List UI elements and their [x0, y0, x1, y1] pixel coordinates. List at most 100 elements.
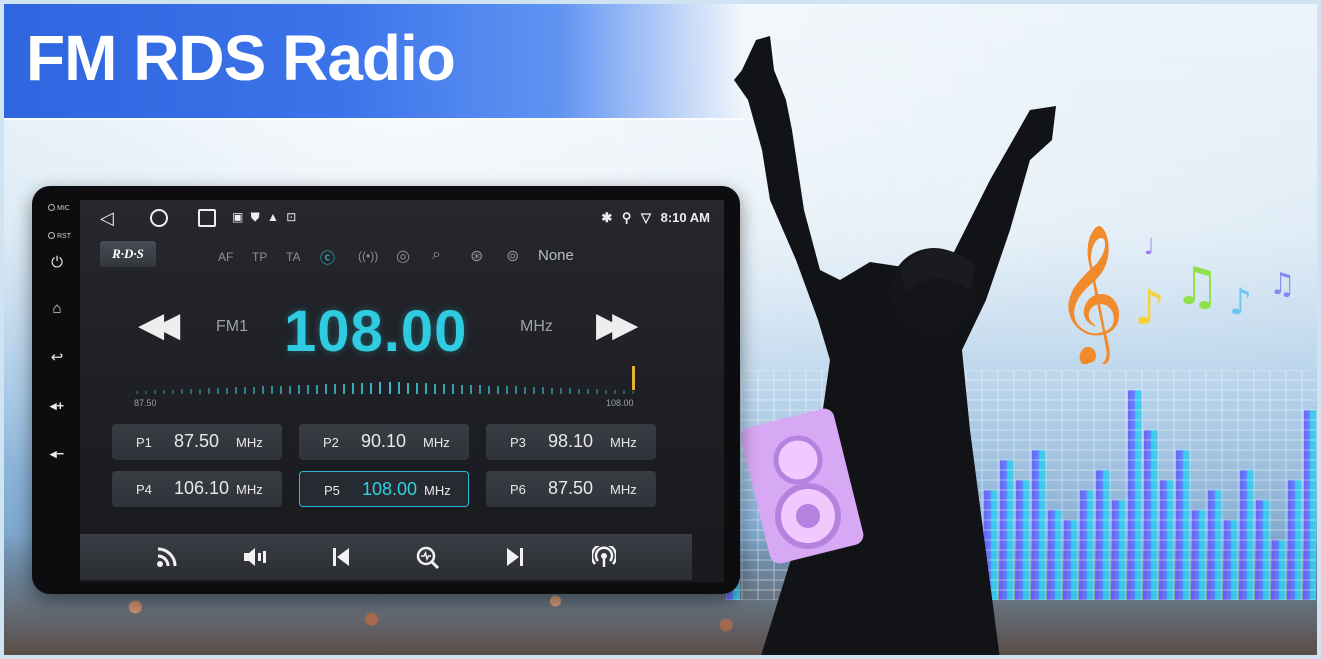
- band-label[interactable]: FM1: [216, 318, 248, 336]
- ta-toggle[interactable]: TA: [286, 250, 300, 264]
- scale-tick: [307, 385, 309, 394]
- page-title: FM RDS Radio: [26, 22, 456, 94]
- preset-number: P2: [323, 435, 339, 450]
- preset-frequency: 90.10: [361, 431, 407, 451]
- status-right: ✱ ⚲ ▽ 8:10 AM: [595, 210, 710, 226]
- volume-down-icon[interactable]: ◂−: [44, 446, 70, 462]
- preset-p4[interactable]: P4 106.10 MHz: [112, 471, 282, 507]
- scale-tick: [289, 386, 291, 394]
- scale-tick: [136, 391, 138, 394]
- nav-recents-icon[interactable]: [198, 209, 216, 227]
- preset-number: P4: [136, 482, 152, 497]
- ct-icon[interactable]: ⓒ: [320, 247, 335, 268]
- tuning-needle[interactable]: [632, 366, 635, 390]
- svg-text:𝄞: 𝄞: [1054, 224, 1125, 364]
- preset-p2[interactable]: P2 90.10 MHz: [299, 424, 469, 460]
- scale-tick: [343, 384, 345, 394]
- scale-tick: [623, 390, 625, 394]
- preset-frequency: 87.50: [174, 431, 220, 451]
- banner-divider: [4, 118, 744, 120]
- scale-tick: [551, 388, 553, 394]
- scale-tick: [587, 389, 589, 394]
- speaker-mode-icon[interactable]: [242, 546, 268, 573]
- scale-tick: [461, 385, 463, 394]
- seek-back-icon[interactable]: ◀◀: [138, 308, 180, 342]
- preset-frequency: 98.10: [548, 431, 594, 451]
- scale-tick: [515, 386, 517, 394]
- speaker-graphic: [740, 408, 864, 564]
- scale-tick: [163, 390, 165, 394]
- power-icon[interactable]: ⏻: [44, 254, 70, 271]
- scale-tick: [506, 386, 508, 394]
- preset-unit: MHz: [610, 482, 637, 497]
- scale-tick: [226, 388, 228, 394]
- bluetooth-icon: ✱: [601, 210, 613, 225]
- scale-tick: [334, 384, 336, 394]
- scale-tick: [389, 382, 391, 394]
- scale-tick: [262, 386, 264, 394]
- scale-tick: [560, 388, 562, 394]
- rss-icon[interactable]: [156, 546, 178, 573]
- back-icon[interactable]: ↩: [44, 348, 70, 366]
- scale-tick: [524, 387, 526, 394]
- scale-tick: [443, 384, 445, 394]
- scan-icon[interactable]: [416, 546, 440, 575]
- svg-text:♪: ♪: [1229, 282, 1252, 323]
- scale-tick: [145, 391, 147, 394]
- scale-tick: [316, 385, 318, 394]
- preset-p3[interactable]: P3 98.10 MHz: [486, 424, 656, 460]
- frequency-unit: MHz: [520, 318, 553, 335]
- seek-forward-icon[interactable]: ▶▶: [596, 308, 638, 342]
- nav-home-icon[interactable]: [150, 209, 168, 227]
- scale-tick: [379, 382, 381, 394]
- head-unit-device: MIC RST ⏻ ⌂ ↩ ◂+ ◂− ◁ ▣ ⛊ ▲ ⊡ ✱ ⚲ ▽ 8:10…: [32, 186, 740, 594]
- af-toggle[interactable]: AF: [218, 250, 233, 264]
- bottom-control-bar: [80, 534, 692, 580]
- scale-tick: [596, 389, 598, 394]
- skip-next-icon[interactable]: [504, 546, 526, 573]
- mic-label: MIC: [48, 204, 70, 212]
- preset-frequency: 87.50: [548, 478, 594, 498]
- preset-number: P1: [136, 435, 152, 450]
- search-icon[interactable]: ⌕: [432, 246, 441, 264]
- wifi-icon: ▽: [641, 210, 651, 225]
- broadcast-icon[interactable]: [590, 542, 618, 573]
- preset-p6[interactable]: P6 87.50 MHz: [486, 471, 656, 507]
- preset-frequency: 108.00: [362, 479, 418, 499]
- scale-tick: [253, 387, 255, 394]
- scale-tick: [569, 388, 571, 394]
- loc-dx-icon[interactable]: ◎: [396, 246, 410, 266]
- skip-previous-icon[interactable]: [330, 546, 352, 573]
- svg-text:♪: ♪: [1134, 280, 1165, 336]
- scale-tick: [425, 383, 427, 394]
- scale-tick: [370, 383, 372, 394]
- notification-icons: ▣ ⛊ ▲ ⊡: [232, 210, 299, 224]
- pty-value: None: [538, 247, 574, 264]
- scale-tick: [181, 389, 183, 394]
- stereo-icon[interactable]: ((•)): [358, 249, 378, 263]
- preset-p5[interactable]: P5 108.00 MHz: [299, 471, 469, 507]
- radio-screen: ◁ ▣ ⛊ ▲ ⊡ ✱ ⚲ ▽ 8:10 AM R·D·S AF TP TA ⓒ…: [80, 200, 724, 582]
- clock: 8:10 AM: [660, 210, 710, 225]
- scale-tick: [407, 383, 409, 394]
- preset-unit: MHz: [423, 435, 450, 450]
- scale-tick: [244, 387, 246, 394]
- preset-p1[interactable]: P1 87.50 MHz: [112, 424, 282, 460]
- scale-tick: [235, 387, 237, 394]
- pty-icon[interactable]: ⊚: [506, 246, 519, 266]
- svg-text:♫: ♫: [1174, 257, 1221, 317]
- home-icon[interactable]: ⌂: [44, 300, 70, 317]
- scale-tick: [172, 390, 174, 394]
- rds-button[interactable]: R·D·S: [100, 241, 156, 267]
- scale-max-label: 108.00: [606, 398, 634, 408]
- rst-button[interactable]: RST: [48, 232, 71, 240]
- scale-tick: [470, 385, 472, 394]
- volume-up-icon[interactable]: ◂+: [44, 398, 70, 414]
- scale-tick: [398, 382, 400, 394]
- scale-tick: [497, 386, 499, 394]
- save-icon[interactable]: ⊛: [470, 246, 483, 266]
- nav-back-icon[interactable]: ◁: [100, 208, 114, 229]
- tp-toggle[interactable]: TP: [252, 250, 267, 264]
- scale-tick: [154, 390, 156, 394]
- tuning-scale[interactable]: [136, 366, 636, 394]
